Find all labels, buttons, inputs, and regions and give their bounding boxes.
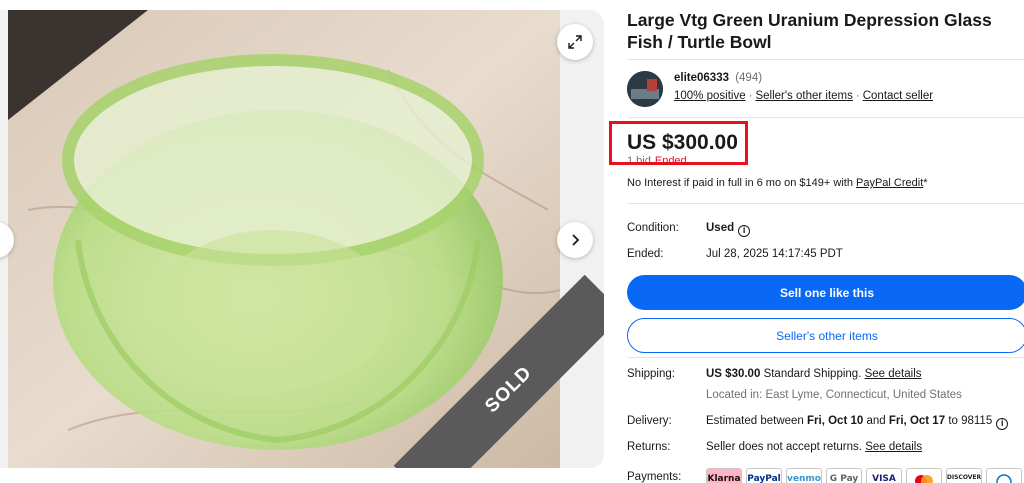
- returns-details-link[interactable]: See details: [865, 441, 922, 453]
- payments-label: Payments:: [627, 471, 682, 483]
- sell-one-like-this-button[interactable]: Sell one like this: [627, 275, 1024, 310]
- delivery-prefix: Estimated between: [706, 415, 804, 427]
- contact-seller-link[interactable]: Contact seller: [863, 90, 933, 102]
- paypal-logo: PayPal: [746, 468, 782, 483]
- delivery-label: Delivery:: [627, 415, 672, 427]
- seller-name-link[interactable]: elite06333: [674, 72, 729, 84]
- seller-info: elite06333 (494): [674, 72, 762, 84]
- listing-title: Large Vtg Green Uranium Depression Glass…: [627, 10, 992, 52]
- divider: [627, 203, 1024, 204]
- ended-value: Jul 28, 2025 14:17:45 PDT: [706, 248, 843, 260]
- expand-icon: [568, 35, 582, 49]
- shipping-cost: US $30.00: [706, 368, 761, 380]
- condition-value-wrap: Used i: [706, 222, 751, 237]
- financing-note: No Interest if paid in full in 6 mo on $…: [627, 177, 928, 189]
- seller-feedback-count: (494): [735, 72, 763, 84]
- divider: [627, 117, 1024, 118]
- seller-other-items-link[interactable]: Seller's other items: [755, 90, 852, 102]
- price-highlight-box: [609, 121, 748, 165]
- financing-text: No Interest if paid in full in 6 mo on $…: [627, 177, 853, 189]
- delivery-and: and: [866, 415, 886, 427]
- payment-methods: Klarna PayPal venmo G Pay VISA DISCOVER: [706, 468, 1022, 483]
- klarna-logo: Klarna: [706, 468, 742, 483]
- diners-logo: [986, 468, 1022, 483]
- diners-club-icon: [996, 474, 1012, 483]
- shipping-value: US $30.00 Standard Shipping. See details: [706, 368, 922, 380]
- seller-avatar[interactable]: [627, 71, 663, 107]
- seller-links: 100% positive · Seller's other items · Conta…: [674, 90, 933, 102]
- chevron-left-icon: [0, 233, 3, 247]
- mastercard-logo: [906, 468, 942, 483]
- shipping-details-link[interactable]: See details: [865, 368, 922, 380]
- divider: [627, 59, 1024, 60]
- next-image-button[interactable]: [557, 222, 593, 258]
- venmo-logo: venmo: [786, 468, 822, 483]
- separator-dot: ·: [748, 90, 753, 102]
- financing-suffix: *: [923, 177, 928, 189]
- info-icon[interactable]: i: [738, 224, 751, 237]
- avatar-image: [627, 71, 663, 107]
- separator-dot: ·: [855, 90, 860, 102]
- mastercard-icon: [915, 475, 933, 483]
- sellers-other-items-button[interactable]: Seller's other items: [627, 318, 1024, 353]
- expand-button[interactable]: [557, 24, 593, 60]
- positive-feedback-link[interactable]: 100% positive: [674, 90, 746, 102]
- shipping-label: Shipping:: [627, 368, 675, 380]
- delivery-zip: to 98115: [948, 415, 993, 427]
- shipping-method: Standard Shipping.: [763, 368, 862, 380]
- divider: [627, 357, 1024, 358]
- returns-text: Seller does not accept returns.: [706, 441, 862, 453]
- google-pay-logo: G Pay: [826, 468, 862, 483]
- paypal-credit-link[interactable]: PayPal Credit: [856, 177, 923, 189]
- delivery-end: Fri, Oct 17: [888, 415, 946, 427]
- returns-value: Seller does not accept returns. See deta…: [706, 441, 922, 453]
- condition-value: Used: [706, 222, 735, 234]
- listing-details-panel: Large Vtg Green Uranium Depression Glass…: [609, 0, 1024, 483]
- condition-label: Condition:: [627, 222, 679, 234]
- image-gallery: SOLD: [0, 10, 604, 468]
- returns-label: Returns:: [627, 441, 671, 453]
- delivery-value: Estimated between Fri, Oct 10 and Fri, O…: [706, 415, 1009, 430]
- info-icon[interactable]: i: [996, 417, 1009, 430]
- discover-logo: DISCOVER: [946, 468, 982, 483]
- visa-logo: VISA: [866, 468, 902, 483]
- delivery-start: Fri, Oct 10: [807, 415, 864, 427]
- chevron-right-icon: [572, 234, 580, 246]
- ended-label: Ended:: [627, 248, 664, 260]
- item-location: Located in: East Lyme, Connecticut, Unit…: [706, 389, 962, 401]
